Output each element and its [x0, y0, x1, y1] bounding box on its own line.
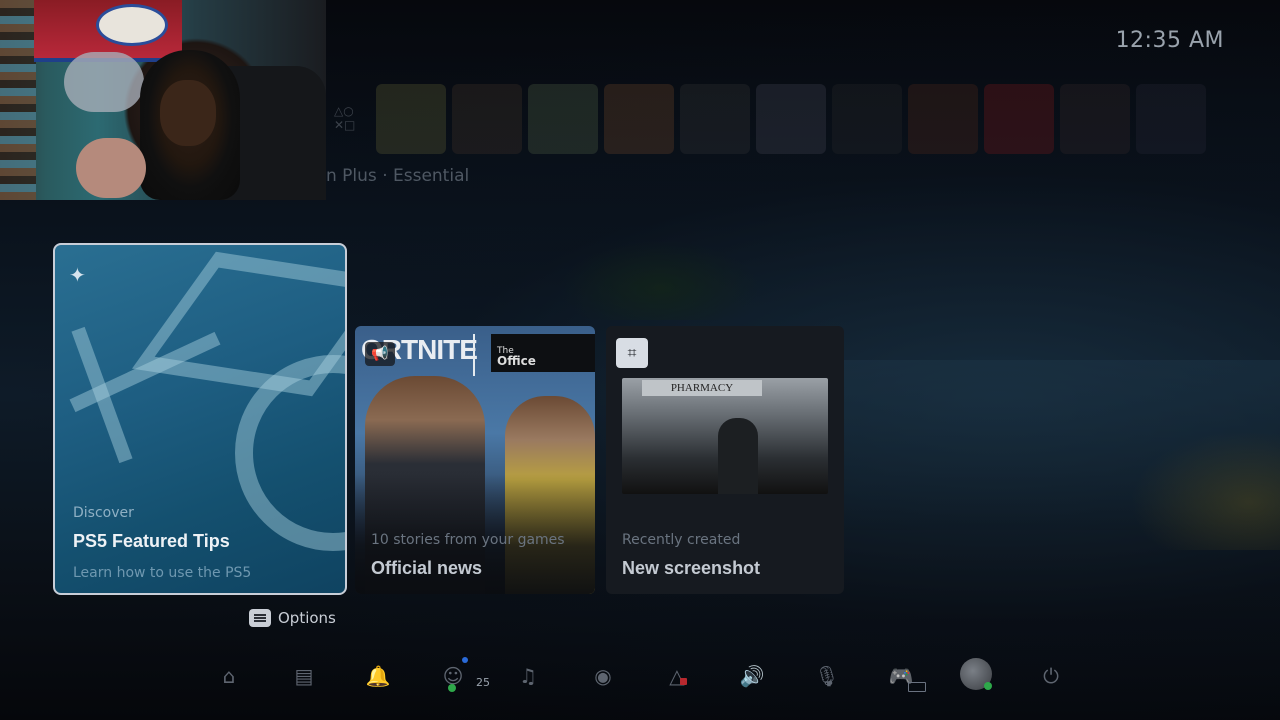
online-indicator [448, 684, 456, 692]
accessibility-icon[interactable]: △ [660, 660, 694, 692]
remote-play-icon[interactable]: ◉ [586, 660, 620, 692]
profile-avatar[interactable] [960, 658, 992, 690]
card-title: New screenshot [622, 558, 761, 578]
webcam-overlay [0, 0, 326, 200]
friends-online-count: 25 [476, 676, 490, 689]
notifications-icon[interactable]: 🔔 [361, 660, 395, 692]
music-icon[interactable]: ♫ [511, 660, 545, 692]
game-tile[interactable] [832, 84, 902, 154]
options-hint[interactable]: Options [249, 609, 336, 627]
card-kicker: Discover [73, 505, 134, 521]
options-button-icon [249, 609, 271, 627]
game-tile[interactable] [376, 84, 446, 154]
options-label: Options [278, 609, 336, 627]
card-subtitle: Learn how to use the PS5 [73, 565, 252, 581]
controller-icon[interactable]: 🎮 [884, 660, 926, 692]
card-kicker: Recently created [622, 532, 741, 548]
game-strip [330, 84, 1206, 156]
background-foliage [560, 240, 760, 320]
game-tile[interactable] [1136, 84, 1206, 154]
control-center-bar: ⌂ ▤ 🔔 ☺ 25 ♫ ◉ △ 🔊 🎙 🎮 ⏻ [0, 652, 1280, 700]
game-base-icon[interactable]: ☺ 25 [436, 657, 490, 692]
card-kicker: 10 stories from your games [371, 532, 565, 548]
clock: 12:35 AM [1115, 28, 1224, 53]
game-tile[interactable] [680, 84, 750, 154]
tips-sparkle-icon: ✦ [69, 263, 86, 287]
game-library-icon[interactable]: ▤ [287, 660, 321, 692]
official-news-card[interactable]: ORTNITE The Office 📢 10 stories from you… [355, 326, 595, 594]
subscription-label: n Plus · Essential [326, 166, 470, 186]
online-status-dot [984, 682, 992, 690]
featured-tips-card[interactable]: ✦ Discover PS5 Featured Tips Learn how t… [53, 243, 347, 595]
game-tile[interactable] [604, 84, 674, 154]
alert-badge [680, 678, 687, 685]
game-tile[interactable] [330, 84, 370, 154]
new-activity-dot [462, 657, 468, 663]
partner-logo: The Office [491, 334, 595, 372]
game-tile[interactable] [756, 84, 826, 154]
screenshot-thumbnail: PHARMACY [622, 378, 828, 494]
mic-icon[interactable]: 🎙 [810, 660, 844, 692]
card-title: Official news [371, 558, 483, 578]
game-tile[interactable] [908, 84, 978, 154]
battery-icon [908, 682, 926, 692]
megaphone-icon: 📢 [365, 342, 395, 366]
game-tile[interactable] [452, 84, 522, 154]
news-art: ORTNITE The Office 📢 [355, 326, 595, 594]
power-icon[interactable]: ⏻ [1034, 660, 1068, 692]
new-screenshot-card[interactable]: ⌗ PHARMACY Recently created New screensh… [606, 326, 844, 594]
home-icon[interactable]: ⌂ [212, 660, 246, 692]
game-tile[interactable] [528, 84, 598, 154]
game-tile[interactable] [1060, 84, 1130, 154]
game-tile[interactable] [984, 84, 1054, 154]
card-title: PS5 Featured Tips [73, 531, 230, 551]
background-sand [1130, 430, 1280, 550]
screenshot-icon: ⌗ [616, 338, 648, 368]
sound-icon[interactable]: 🔊 [735, 660, 769, 692]
